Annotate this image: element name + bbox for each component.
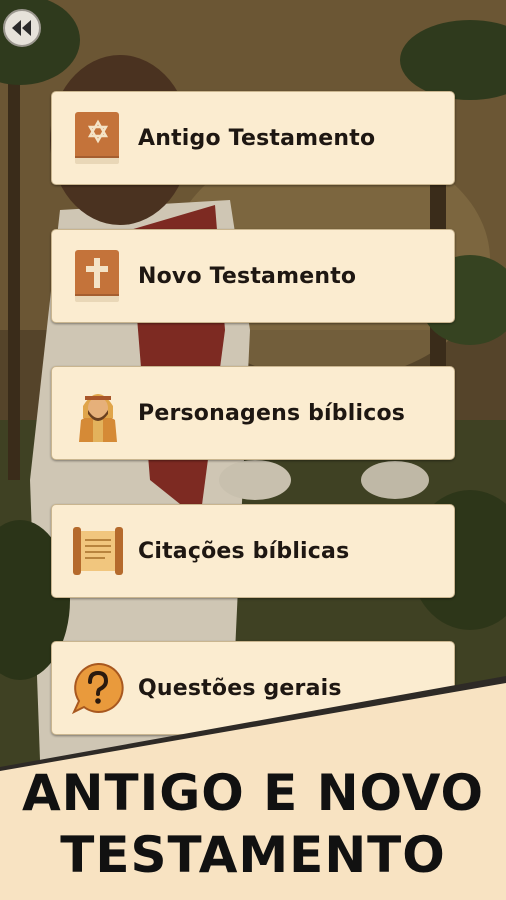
- menu-item-personagens-biblicos[interactable]: Personagens bíblicos: [51, 366, 455, 460]
- menu-item-antigo-testamento[interactable]: Antigo Testamento: [51, 91, 455, 185]
- back-button[interactable]: [3, 9, 41, 47]
- menu-item-label: Novo Testamento: [138, 263, 357, 289]
- menu-item-label: Questões gerais: [138, 675, 342, 701]
- banner-title-line2: TESTAMENTO: [60, 826, 446, 884]
- menu-item-citacoes-biblicas[interactable]: Citações bíblicas: [51, 504, 455, 598]
- star-of-david-book-icon: [68, 108, 128, 168]
- menu-item-label: Antigo Testamento: [138, 125, 376, 151]
- menu-item-label: Citações bíblicas: [138, 538, 350, 564]
- menu-item-questoes-gerais[interactable]: Questões gerais: [51, 641, 455, 735]
- rewind-icon: [12, 20, 31, 36]
- cross-book-icon: [68, 246, 128, 306]
- scroll-icon: [68, 521, 128, 581]
- biblical-character-icon: [68, 383, 128, 443]
- question-bubble-icon: [68, 658, 128, 718]
- app-screen: Antigo Testamento Novo Testamento Person…: [0, 0, 506, 900]
- banner-title-line1: ANTIGO E NOVO: [21, 764, 485, 822]
- menu-item-label: Personagens bíblicos: [138, 400, 406, 426]
- menu-item-novo-testamento[interactable]: Novo Testamento: [51, 229, 455, 323]
